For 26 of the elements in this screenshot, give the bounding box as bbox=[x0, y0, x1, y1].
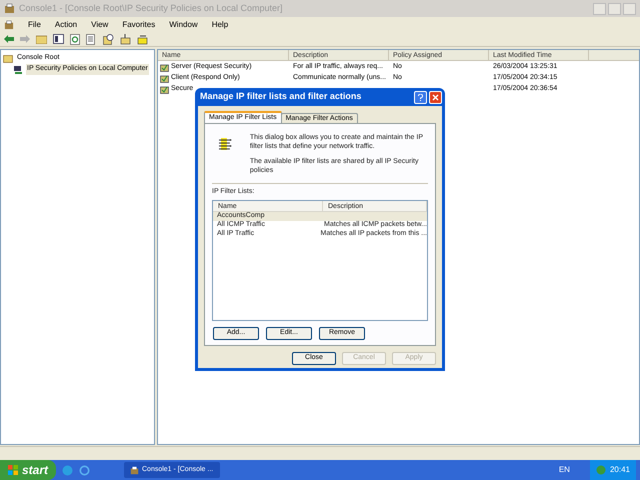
menu-item[interactable]: File bbox=[28, 18, 41, 30]
close-icon bbox=[432, 94, 439, 100]
folder-up-icon[interactable] bbox=[36, 34, 47, 44]
back-arrow-icon[interactable] bbox=[4, 35, 14, 43]
menu-item[interactable]: Action bbox=[54, 18, 78, 30]
filter-list-icon bbox=[218, 137, 232, 151]
console-icon bbox=[4, 20, 14, 30]
menu-item[interactable]: Window bbox=[169, 18, 198, 30]
menu-item[interactable]: Favorites bbox=[122, 18, 156, 30]
menu-item[interactable]: Help bbox=[212, 18, 228, 30]
window-title: Console1 - [Console Root\IP Security Policies on Local Computer] bbox=[19, 2, 282, 15]
export-list-icon[interactable] bbox=[86, 34, 97, 44]
windows-logo-icon bbox=[8, 465, 18, 475]
tree-toggle-icon[interactable] bbox=[53, 34, 64, 44]
refresh-icon[interactable] bbox=[70, 34, 80, 44]
start-button[interactable]: start bbox=[0, 460, 56, 480]
clock: 20:41 bbox=[610, 464, 630, 476]
console-icon bbox=[4, 3, 15, 14]
language-indicator[interactable]: EN bbox=[558, 464, 570, 476]
folder-icon bbox=[3, 54, 13, 63]
computer-icon bbox=[13, 64, 23, 74]
question-mark-icon bbox=[418, 94, 423, 100]
console-icon bbox=[130, 466, 139, 474]
dialog-title: Manage IP filter lists and filter actions bbox=[200, 90, 362, 104]
help-button[interactable] bbox=[414, 90, 427, 104]
menu-item[interactable]: View bbox=[91, 18, 108, 30]
